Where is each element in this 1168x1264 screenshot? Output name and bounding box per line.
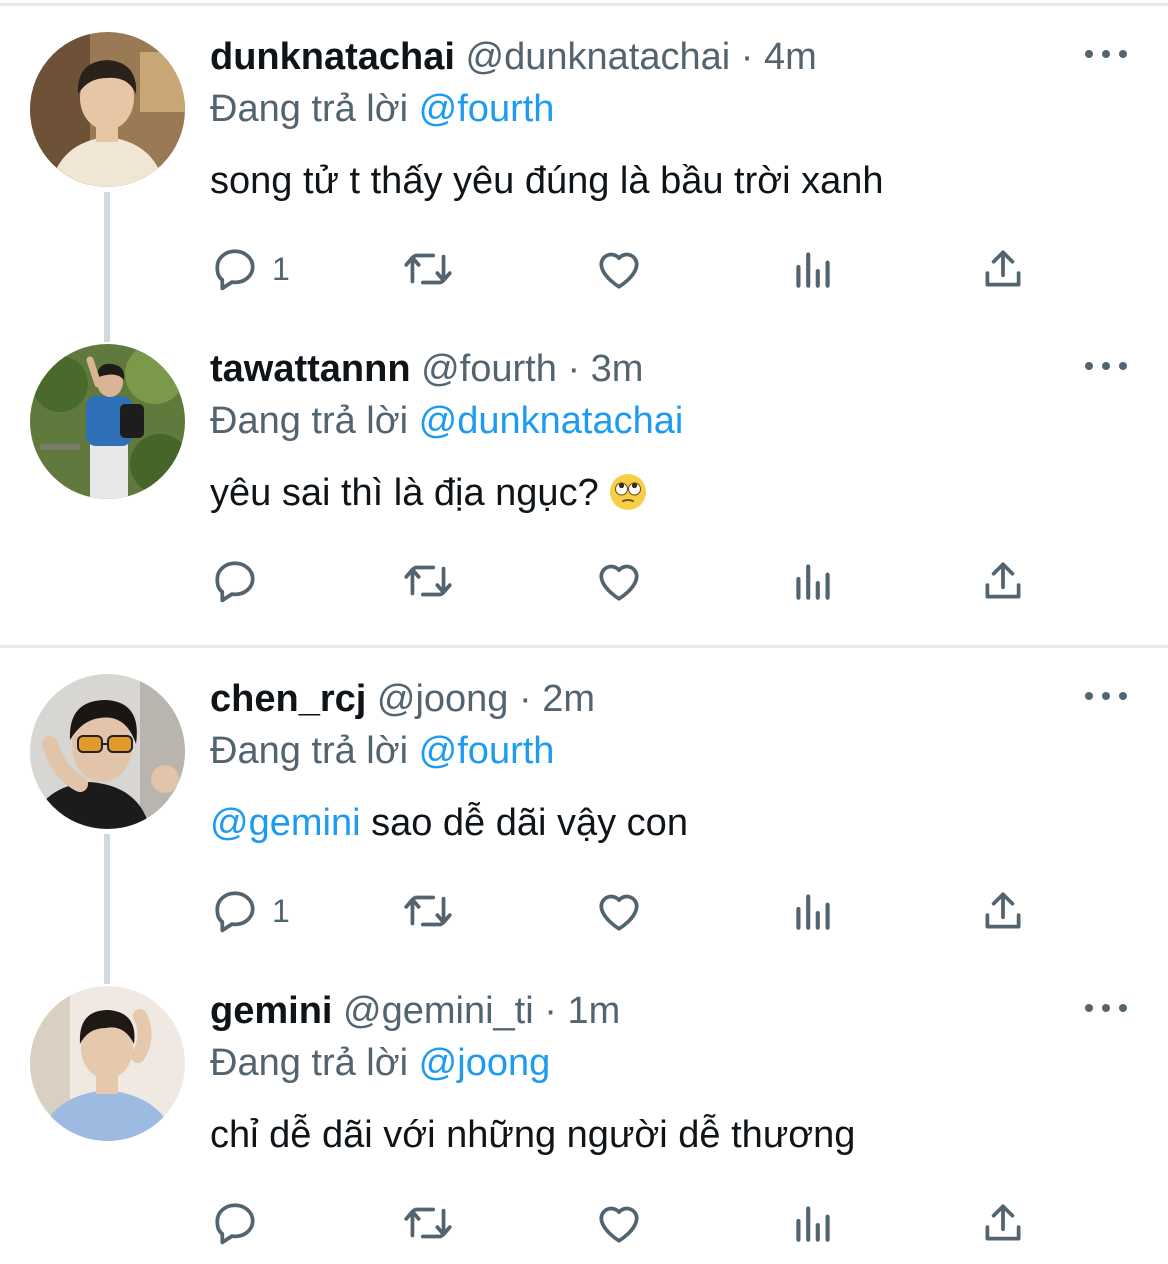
thread-line — [104, 834, 110, 984]
reply-count: 1 — [272, 892, 290, 929]
retweet-icon — [400, 556, 456, 606]
reply-to-mention[interactable]: @dunknatachai — [419, 400, 684, 442]
replying-to: Đang trả lời @joong — [210, 1040, 550, 1086]
avatar[interactable] — [30, 674, 185, 829]
action-bar — [210, 1198, 1060, 1248]
reply-icon — [210, 556, 260, 606]
thread-divider — [0, 645, 1168, 648]
tweet-text: @gemini sao dễ dãi vậy con — [210, 800, 688, 846]
reply-to-mention[interactable]: @fourth — [419, 730, 555, 772]
thread-line — [104, 192, 110, 342]
reply-count: 1 — [272, 250, 290, 287]
like-icon — [594, 886, 644, 936]
more-icon[interactable] — [1085, 1000, 1127, 1016]
replying-label: Đang trả lời — [210, 400, 409, 442]
retweet-button[interactable] — [400, 244, 456, 294]
share-button[interactable] — [978, 244, 1028, 294]
replying-label: Đang trả lời — [210, 1042, 409, 1084]
display-name[interactable]: dunknatachai — [210, 36, 455, 78]
separator-dot: · — [519, 678, 532, 720]
timestamp[interactable]: 4m — [764, 36, 817, 78]
timestamp[interactable]: 3m — [591, 348, 644, 390]
reply-button[interactable]: 1 — [210, 244, 290, 294]
like-button[interactable] — [594, 886, 644, 936]
face-with-rolling-eyes-icon — [609, 473, 647, 511]
share-icon — [978, 886, 1028, 936]
share-button[interactable] — [978, 556, 1028, 606]
reply-icon — [210, 886, 260, 936]
tweet-header: chen_rcj @joong · 2m — [210, 676, 595, 722]
retweet-icon — [400, 244, 456, 294]
tweet-text-body: sao dễ dãi vậy con — [360, 802, 688, 844]
replying-label: Đang trả lời — [210, 88, 409, 130]
share-icon — [978, 556, 1028, 606]
timestamp[interactable]: 1m — [567, 990, 620, 1032]
retweet-button[interactable] — [400, 886, 456, 936]
avatar[interactable] — [30, 344, 185, 499]
tweet-header: gemini @gemini_ti · 1m — [210, 988, 620, 1034]
avatar[interactable] — [30, 32, 185, 187]
retweet-button[interactable] — [400, 1198, 456, 1248]
views-button[interactable] — [788, 886, 838, 936]
tweet-header: dunknatachai @dunknatachai · 4m — [210, 34, 817, 80]
separator-dot: · — [567, 348, 581, 390]
user-handle[interactable]: @gemini_ti — [343, 990, 534, 1032]
more-icon[interactable] — [1085, 358, 1127, 374]
like-button[interactable] — [594, 1198, 644, 1248]
like-icon — [594, 556, 644, 606]
reply-button[interactable]: 1 — [210, 886, 290, 936]
views-button[interactable] — [788, 1198, 838, 1248]
reply-icon — [210, 244, 260, 294]
replying-to: Đang trả lời @fourth — [210, 728, 554, 774]
like-icon — [594, 1198, 644, 1248]
action-bar: 1 — [210, 886, 1060, 936]
display-name[interactable]: tawattannn — [210, 348, 411, 390]
views-icon — [788, 244, 838, 294]
share-button[interactable] — [978, 886, 1028, 936]
share-button[interactable] — [978, 1198, 1028, 1248]
retweet-icon — [400, 886, 456, 936]
views-button[interactable] — [788, 556, 838, 606]
tweet-header: tawattannn @fourth · 3m — [210, 346, 643, 392]
like-button[interactable] — [594, 244, 644, 294]
like-button[interactable] — [594, 556, 644, 606]
replying-to: Đang trả lời @dunknatachai — [210, 398, 683, 444]
replying-label: Đang trả lời — [210, 730, 409, 772]
reply-to-mention[interactable]: @joong — [419, 1042, 551, 1084]
avatar[interactable] — [30, 986, 185, 1141]
reply-button[interactable] — [210, 556, 272, 606]
timestamp[interactable]: 2m — [542, 678, 595, 720]
tweet-text: chỉ dễ dãi với những người dễ thương — [210, 1114, 856, 1156]
separator-dot: · — [740, 36, 754, 78]
tweet-text: yêu sai thì là địa ngục? — [210, 470, 647, 516]
like-icon — [594, 244, 644, 294]
user-handle[interactable]: @joong — [377, 678, 509, 720]
display-name[interactable]: gemini — [210, 990, 332, 1032]
reply-icon — [210, 1198, 260, 1248]
views-icon — [788, 1198, 838, 1248]
views-icon — [788, 556, 838, 606]
tweet-text-body: yêu sai thì là địa ngục? — [210, 472, 599, 514]
views-button[interactable] — [788, 244, 838, 294]
share-icon — [978, 1198, 1028, 1248]
display-name[interactable]: chen_rcj — [210, 678, 366, 720]
share-icon — [978, 244, 1028, 294]
user-handle[interactable]: @dunknatachai — [466, 36, 731, 78]
separator-dot: · — [544, 990, 557, 1032]
action-bar: 1 — [210, 244, 1060, 294]
reply-button[interactable] — [210, 1198, 272, 1248]
reply-to-mention[interactable]: @fourth — [419, 88, 555, 130]
more-icon[interactable] — [1085, 688, 1127, 704]
views-icon — [788, 886, 838, 936]
action-bar — [210, 556, 1060, 606]
user-handle[interactable]: @fourth — [421, 348, 557, 390]
tweet-text: song tử t thấy yêu đúng là bầu trời xanh — [210, 160, 884, 202]
retweet-icon — [400, 1198, 456, 1248]
replying-to: Đang trả lời @fourth — [210, 86, 554, 132]
text-mention[interactable]: @gemini — [210, 802, 361, 844]
retweet-button[interactable] — [400, 556, 456, 606]
top-divider — [0, 3, 1168, 6]
more-icon[interactable] — [1085, 46, 1127, 62]
